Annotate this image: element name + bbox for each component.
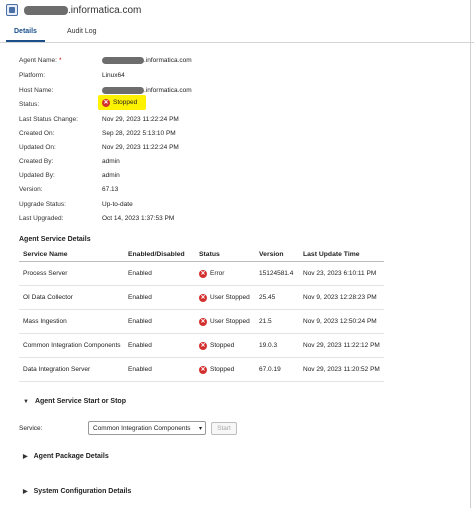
agent-name-label: Agent Name: * — [19, 57, 62, 64]
error-x-icon: ✕ — [199, 317, 207, 326]
service-name: Mass Ingestion — [23, 318, 67, 325]
service-select-label: Service: — [19, 425, 43, 432]
host-name-label: Host Name: — [19, 87, 54, 94]
created-on-value: Sep 28, 2022 5:13:10 PM — [102, 130, 176, 137]
service-enabled: Enabled — [128, 318, 152, 325]
service-name: Process Server — [23, 270, 68, 277]
service-name: Data Integration Server — [23, 366, 91, 373]
chevron-down-icon: ▾ — [198, 425, 202, 432]
panel-border — [470, 0, 471, 508]
service-version: 25.45 — [259, 294, 276, 301]
updated-on-label: Updated On: — [19, 144, 56, 151]
agent-name-value: .informatica.com — [102, 57, 192, 64]
service-table-header: Service Name Enabled/Disabled Status Ver… — [19, 248, 384, 262]
service-enabled: Enabled — [128, 342, 152, 349]
window-title: .informatica.com — [24, 5, 141, 16]
service-status: ✕ User Stopped — [199, 293, 250, 302]
table-row[interactable]: Data Integration Server Enabled ✕ Stopped… — [19, 358, 384, 382]
service-enabled: Enabled — [128, 366, 152, 373]
service-status: ✕ Error — [199, 269, 225, 278]
last-status-change-label: Last Status Change: — [19, 116, 78, 123]
error-x-icon: ✕ — [199, 341, 207, 350]
caret-right-icon: ▶ — [23, 454, 28, 460]
platform-label: Platform: — [19, 72, 46, 79]
created-by-value: admin — [102, 158, 120, 165]
service-select[interactable]: Common Integration Components ▾ — [88, 421, 206, 435]
error-x-icon: ✕ — [199, 365, 207, 374]
service-status: ✕ User Stopped — [199, 317, 250, 326]
tab-details[interactable]: Details — [6, 26, 45, 42]
system-config-section-toggle[interactable]: ▶ System Configuration Details — [23, 488, 131, 495]
table-row[interactable]: Common Integration Components Enabled ✕ S… — [19, 334, 384, 358]
upgrade-status-label: Upgrade Status: — [19, 201, 66, 208]
service-enabled: Enabled — [128, 294, 152, 301]
error-x-icon: ✕ — [102, 98, 110, 107]
last-status-change-value: Nov 29, 2023 11:22:24 PM — [102, 116, 179, 123]
caret-down-icon: ▼ — [23, 398, 29, 405]
required-mark: * — [58, 57, 62, 64]
service-updated: Nov 29, 2023 11:20:52 PM — [303, 366, 380, 373]
service-status: ✕ Stopped — [199, 365, 235, 374]
service-table: Service Name Enabled/Disabled Status Ver… — [19, 248, 384, 382]
service-version: 15124581.4 — [259, 270, 294, 277]
service-updated: Nov 29, 2023 11:22:12 PM — [303, 342, 380, 349]
service-enabled: Enabled — [128, 270, 152, 277]
redacted-agent-name-value — [102, 57, 144, 64]
service-updated: Nov 9, 2023 12:50:24 PM — [303, 318, 377, 325]
status-badge: ✕ Stopped — [98, 95, 146, 110]
service-version: 19.0.3 — [259, 342, 278, 349]
service-status: ✕ Stopped — [199, 341, 235, 350]
tab-audit-log[interactable]: Audit Log — [59, 26, 105, 42]
service-version: 21.5 — [259, 318, 272, 325]
service-name: OI Data Collector — [23, 294, 73, 301]
tab-bar: Details Audit Log — [6, 26, 105, 42]
last-upgraded-value: Oct 14, 2023 1:37:53 PM — [102, 215, 175, 222]
agent-icon — [6, 4, 18, 16]
agent-service-details-title: Agent Service Details — [19, 236, 91, 243]
service-updated: Nov 9, 2023 12:28:23 PM — [303, 294, 377, 301]
created-by-label: Created By: — [19, 158, 54, 165]
column-header: Status — [199, 251, 220, 258]
start-button[interactable]: Start — [211, 422, 237, 435]
updated-on-value: Nov 29, 2023 11:22:24 PM — [102, 144, 179, 151]
table-row[interactable]: OI Data Collector Enabled ✕ User Stopped … — [19, 286, 384, 310]
table-row[interactable]: Mass Ingestion Enabled ✕ User Stopped 21.… — [19, 310, 384, 334]
service-version: 67.0.19 — [259, 366, 281, 373]
window-title-bar: .informatica.com — [0, 0, 474, 20]
column-header: Enabled/Disabled — [128, 251, 185, 258]
platform-value: Linux64 — [102, 72, 125, 79]
error-x-icon: ✕ — [199, 293, 207, 302]
updated-by-label: Updated By: — [19, 172, 55, 179]
last-upgraded-label: Last Upgraded: — [19, 215, 64, 222]
error-x-icon: ✕ — [199, 269, 207, 278]
service-updated: Nov 23, 2023 6:10:11 PM — [303, 270, 377, 277]
status-label: Status: — [19, 101, 40, 108]
redacted-host-name — [102, 87, 144, 94]
column-header: Last Update Time — [303, 251, 360, 258]
upgrade-status-value: Up-to-date — [102, 201, 133, 208]
version-label: Version: — [19, 186, 43, 193]
updated-by-value: admin — [102, 172, 120, 179]
start-stop-section-toggle[interactable]: ▼ Agent Service Start or Stop — [23, 398, 126, 405]
package-details-section-toggle[interactable]: ▶ Agent Package Details — [23, 453, 109, 460]
table-row[interactable]: Process Server Enabled ✕ Error 15124581.4… — [19, 262, 384, 286]
caret-right-icon: ▶ — [23, 489, 28, 495]
tab-divider — [0, 42, 474, 43]
host-name-value: .informatica.com — [102, 87, 192, 94]
column-header: Service Name — [23, 251, 68, 258]
created-on-label: Created On: — [19, 130, 55, 137]
service-name: Common Integration Components — [23, 342, 121, 349]
column-header: Version — [259, 251, 284, 258]
redacted-agent-name — [24, 5, 68, 15]
version-value: 67.13 — [102, 186, 119, 193]
